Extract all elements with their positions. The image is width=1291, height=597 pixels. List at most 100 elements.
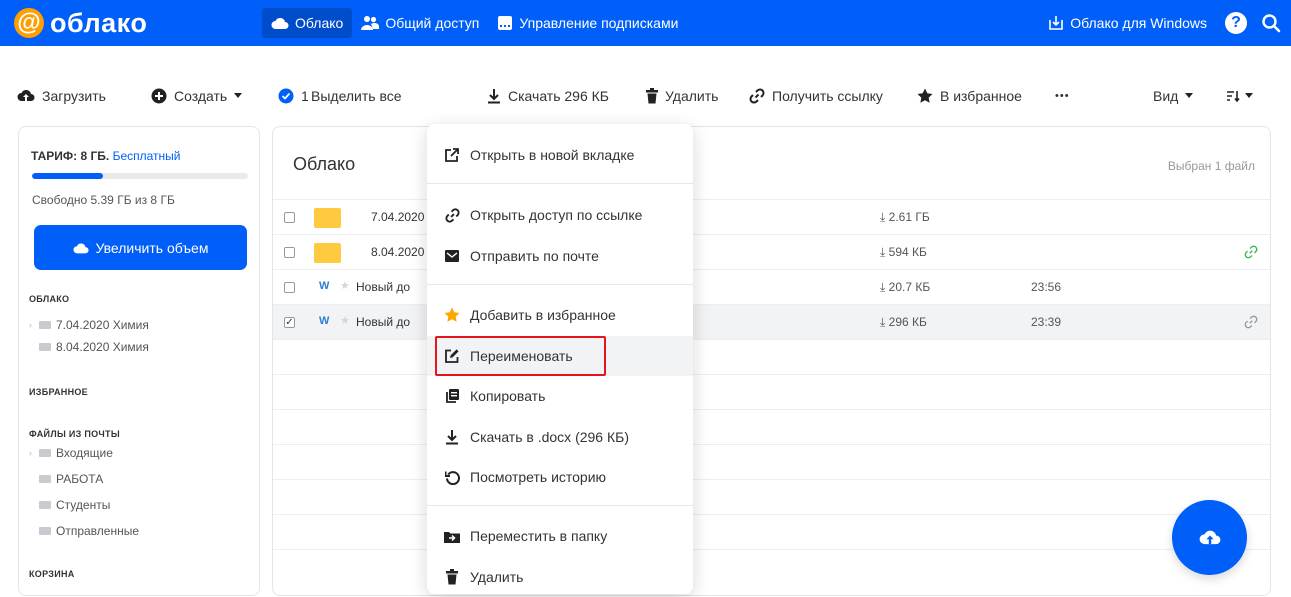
upload-button[interactable]: Загрузить <box>17 86 106 106</box>
menu-move[interactable]: Переместить в папку <box>427 516 693 556</box>
context-menu: Открыть в новой вкладке Открыть доступ п… <box>427 124 693 594</box>
tree-item-students[interactable]: Студенты <box>29 498 110 512</box>
upload-fab-button[interactable] <box>1172 500 1247 575</box>
tariff-link[interactable]: Бесплатный <box>113 149 181 163</box>
empty-row <box>273 339 1270 374</box>
plus-circle-icon <box>151 88 167 104</box>
menu-share-link[interactable]: Открыть доступ по ссылке <box>427 195 693 235</box>
nav-subscriptions[interactable]: Управление подписками <box>488 8 687 38</box>
row-checkbox[interactable] <box>284 247 295 258</box>
tree-item-work[interactable]: РАБОТА <box>29 472 103 486</box>
cloud-icon <box>271 17 289 29</box>
menu-delete[interactable]: Удалить <box>427 557 693 597</box>
trash-icon <box>646 88 658 104</box>
search-icon[interactable] <box>1261 13 1281 33</box>
file-time: 23:39 <box>1031 315 1062 329</box>
get-link-label: Получить ссылку <box>772 88 883 104</box>
tree-item-folder-1[interactable]: › 7.04.2020 Химия <box>29 318 149 332</box>
tree-item-label: Входящие <box>56 446 113 460</box>
logo-text: облако <box>50 7 148 38</box>
row-checkbox[interactable]: ✓ <box>284 317 295 328</box>
sort-icon <box>1227 91 1240 103</box>
sort-button[interactable] <box>1226 86 1253 106</box>
table-row[interactable]: 8.04.2020 ⤓ 594 КБ <box>273 234 1270 269</box>
menu-divider <box>427 284 693 285</box>
tree-item-label: Студенты <box>56 498 111 512</box>
section-trash[interactable]: КОРЗИНА <box>29 569 75 579</box>
menu-send-mail[interactable]: Отправить по почте <box>427 236 693 276</box>
star-icon[interactable]: ★ <box>340 314 350 327</box>
menu-download-docx[interactable]: Скачать в .docx (296 КБ) <box>427 417 693 457</box>
top-right-actions: Облако для Windows ? <box>1048 8 1281 38</box>
row-checkbox[interactable] <box>284 212 295 223</box>
top-bar: @ облако Облако Общий доступ Управление … <box>0 0 1291 46</box>
download-icon <box>444 429 460 445</box>
menu-history[interactable]: Посмотреть историю <box>427 457 693 497</box>
tree-item-inbox[interactable]: › Входящие <box>29 446 113 460</box>
menu-label: Скачать в .docx (296 КБ) <box>470 429 629 445</box>
tree-item-folder-2[interactable]: 8.04.2020 Химия <box>29 340 149 354</box>
download-small-icon: ⤓ <box>880 245 886 259</box>
tree-item-label: 8.04.2020 Химия <box>56 340 149 354</box>
nav-subscriptions-label: Управление подписками <box>519 15 679 31</box>
folder-icon <box>39 527 51 535</box>
logo-at-icon: @ <box>14 8 44 38</box>
folder-icon <box>314 208 341 228</box>
empty-row <box>273 444 1270 479</box>
star-icon[interactable]: ★ <box>340 279 350 292</box>
file-name: Новый до <box>356 280 411 294</box>
section-mail-files[interactable]: ФАЙЛЫ ИЗ ПОЧТЫ <box>29 429 120 439</box>
word-file-icon: W <box>319 280 330 292</box>
menu-open-new-tab[interactable]: Открыть в новой вкладке <box>427 135 693 175</box>
chevron-right-icon[interactable]: › <box>29 448 37 458</box>
menu-divider <box>427 183 693 184</box>
logo[interactable]: @ облако <box>14 5 147 41</box>
favorite-button[interactable]: В избранное <box>917 86 1022 106</box>
row-checkbox[interactable] <box>284 282 295 293</box>
menu-label: Открыть доступ по ссылке <box>470 207 643 223</box>
menu-copy[interactable]: Копировать <box>427 376 693 416</box>
nav-shared-label: Общий доступ <box>385 15 480 31</box>
empty-row <box>273 409 1270 444</box>
link-icon[interactable] <box>1244 245 1258 259</box>
file-size: ⤓ 594 КБ <box>880 245 927 259</box>
menu-rename[interactable]: Переименовать <box>427 336 693 376</box>
select-all-button[interactable]: Выделить все <box>311 86 402 106</box>
external-link-icon <box>444 147 460 163</box>
cloud-icon <box>72 243 89 253</box>
tree-item-sent[interactable]: Отправленные <box>29 524 139 538</box>
get-link-button[interactable]: Получить ссылку <box>749 86 883 106</box>
nav-cloud[interactable]: Облако <box>262 8 353 38</box>
selected-info: Выбран 1 файл <box>1167 159 1255 173</box>
link-icon[interactable] <box>1244 315 1258 329</box>
history-icon <box>444 469 460 485</box>
table-row[interactable]: 7.04.2020 ⤓ 2.61 ГБ <box>273 199 1270 234</box>
upload-label: Загрузить <box>42 88 106 104</box>
download-small-icon: ⤓ <box>880 280 886 294</box>
storage-progress-fill <box>32 173 104 179</box>
view-button[interactable]: Вид <box>1153 86 1194 106</box>
selected-counter[interactable]: 1 <box>278 86 309 106</box>
delete-button[interactable]: Удалить <box>646 86 718 106</box>
copy-icon <box>444 388 460 404</box>
menu-add-favorite[interactable]: Добавить в избранное <box>427 295 693 335</box>
tree-item-label: РАБОТА <box>56 472 104 486</box>
download-button[interactable]: Скачать 296 КБ <box>487 86 609 106</box>
table-row-selected[interactable]: ✓ W ★ Новый до ⤓ 296 КБ 23:39 <box>273 304 1270 339</box>
tariff-label: ТАРИФ: 8 ГБ. <box>31 149 110 163</box>
section-favorites[interactable]: ИЗБРАННОЕ <box>29 387 88 397</box>
help-icon[interactable]: ? <box>1225 12 1247 34</box>
link-icon <box>444 207 460 223</box>
nav-shared[interactable]: Общий доступ <box>352 8 488 38</box>
more-button[interactable]: ••• <box>1055 86 1070 106</box>
increase-storage-button[interactable]: Увеличить объем <box>34 225 247 270</box>
menu-label: Удалить <box>470 569 524 585</box>
storage-progress <box>32 173 248 179</box>
create-button[interactable]: Создать <box>151 86 243 106</box>
windows-app-link[interactable]: Облако для Windows <box>1048 15 1207 31</box>
chevron-right-icon[interactable]: › <box>29 320 37 330</box>
file-size: ⤓ 20.7 КБ <box>880 280 931 294</box>
trash-icon <box>444 569 460 585</box>
section-cloud[interactable]: ОБЛАКО <box>29 294 69 304</box>
table-row[interactable]: W ★ Новый до ⤓ 20.7 КБ 23:56 <box>273 269 1270 304</box>
